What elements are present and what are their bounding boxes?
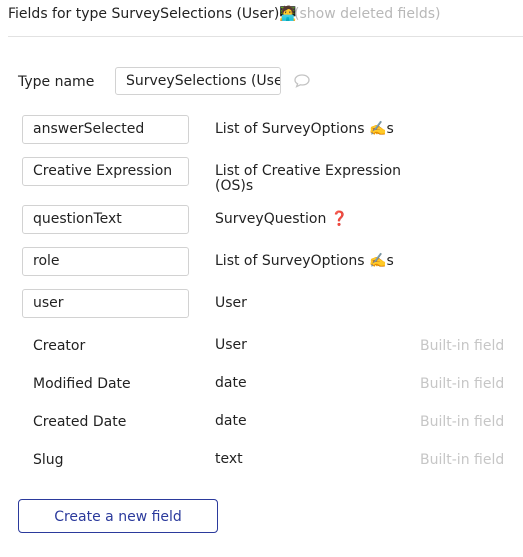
- field-name-input[interactable]: questionText: [22, 205, 189, 234]
- header-divider: [8, 36, 523, 37]
- page-title: Fields for type SurveySelections (User)🧑…: [8, 6, 297, 22]
- field-name-input[interactable]: Creative Expression: [22, 157, 189, 186]
- type-name-input[interactable]: SurveySelections (User): [115, 67, 281, 95]
- builtin-field-tag: Built-in field: [420, 376, 505, 392]
- field-name-input[interactable]: role: [22, 247, 189, 276]
- field-type[interactable]: List of SurveyOptions ✍️s: [215, 122, 405, 137]
- show-deleted-fields-link[interactable]: (show deleted fields): [294, 6, 441, 22]
- field-name-input[interactable]: user: [22, 289, 189, 318]
- builtin-field-tag: Built-in field: [420, 414, 505, 430]
- field-type[interactable]: SurveyQuestion ❓: [215, 212, 405, 227]
- builtin-field-name: Modified Date: [33, 376, 131, 392]
- field-name-input[interactable]: answerSelected: [22, 115, 189, 144]
- builtin-field-type: date: [215, 413, 247, 429]
- builtin-field-type: date: [215, 375, 247, 391]
- builtin-field-tag: Built-in field: [420, 338, 505, 354]
- create-new-field-button[interactable]: Create a new field: [18, 499, 218, 533]
- builtin-field-tag: Built-in field: [420, 452, 505, 468]
- type-name-label: Type name: [18, 74, 95, 90]
- builtin-field-name: Creator: [33, 338, 86, 354]
- field-type[interactable]: List of SurveyOptions ✍️s: [215, 254, 405, 269]
- builtin-field-name: Slug: [33, 452, 64, 468]
- builtin-field-type: text: [215, 451, 243, 467]
- speech-bubble-icon[interactable]: [293, 73, 311, 89]
- builtin-field-name: Created Date: [33, 414, 127, 430]
- field-type[interactable]: List of Creative Expression (OS)s: [215, 164, 405, 194]
- builtin-field-type: User: [215, 337, 247, 353]
- field-type[interactable]: User: [215, 296, 405, 311]
